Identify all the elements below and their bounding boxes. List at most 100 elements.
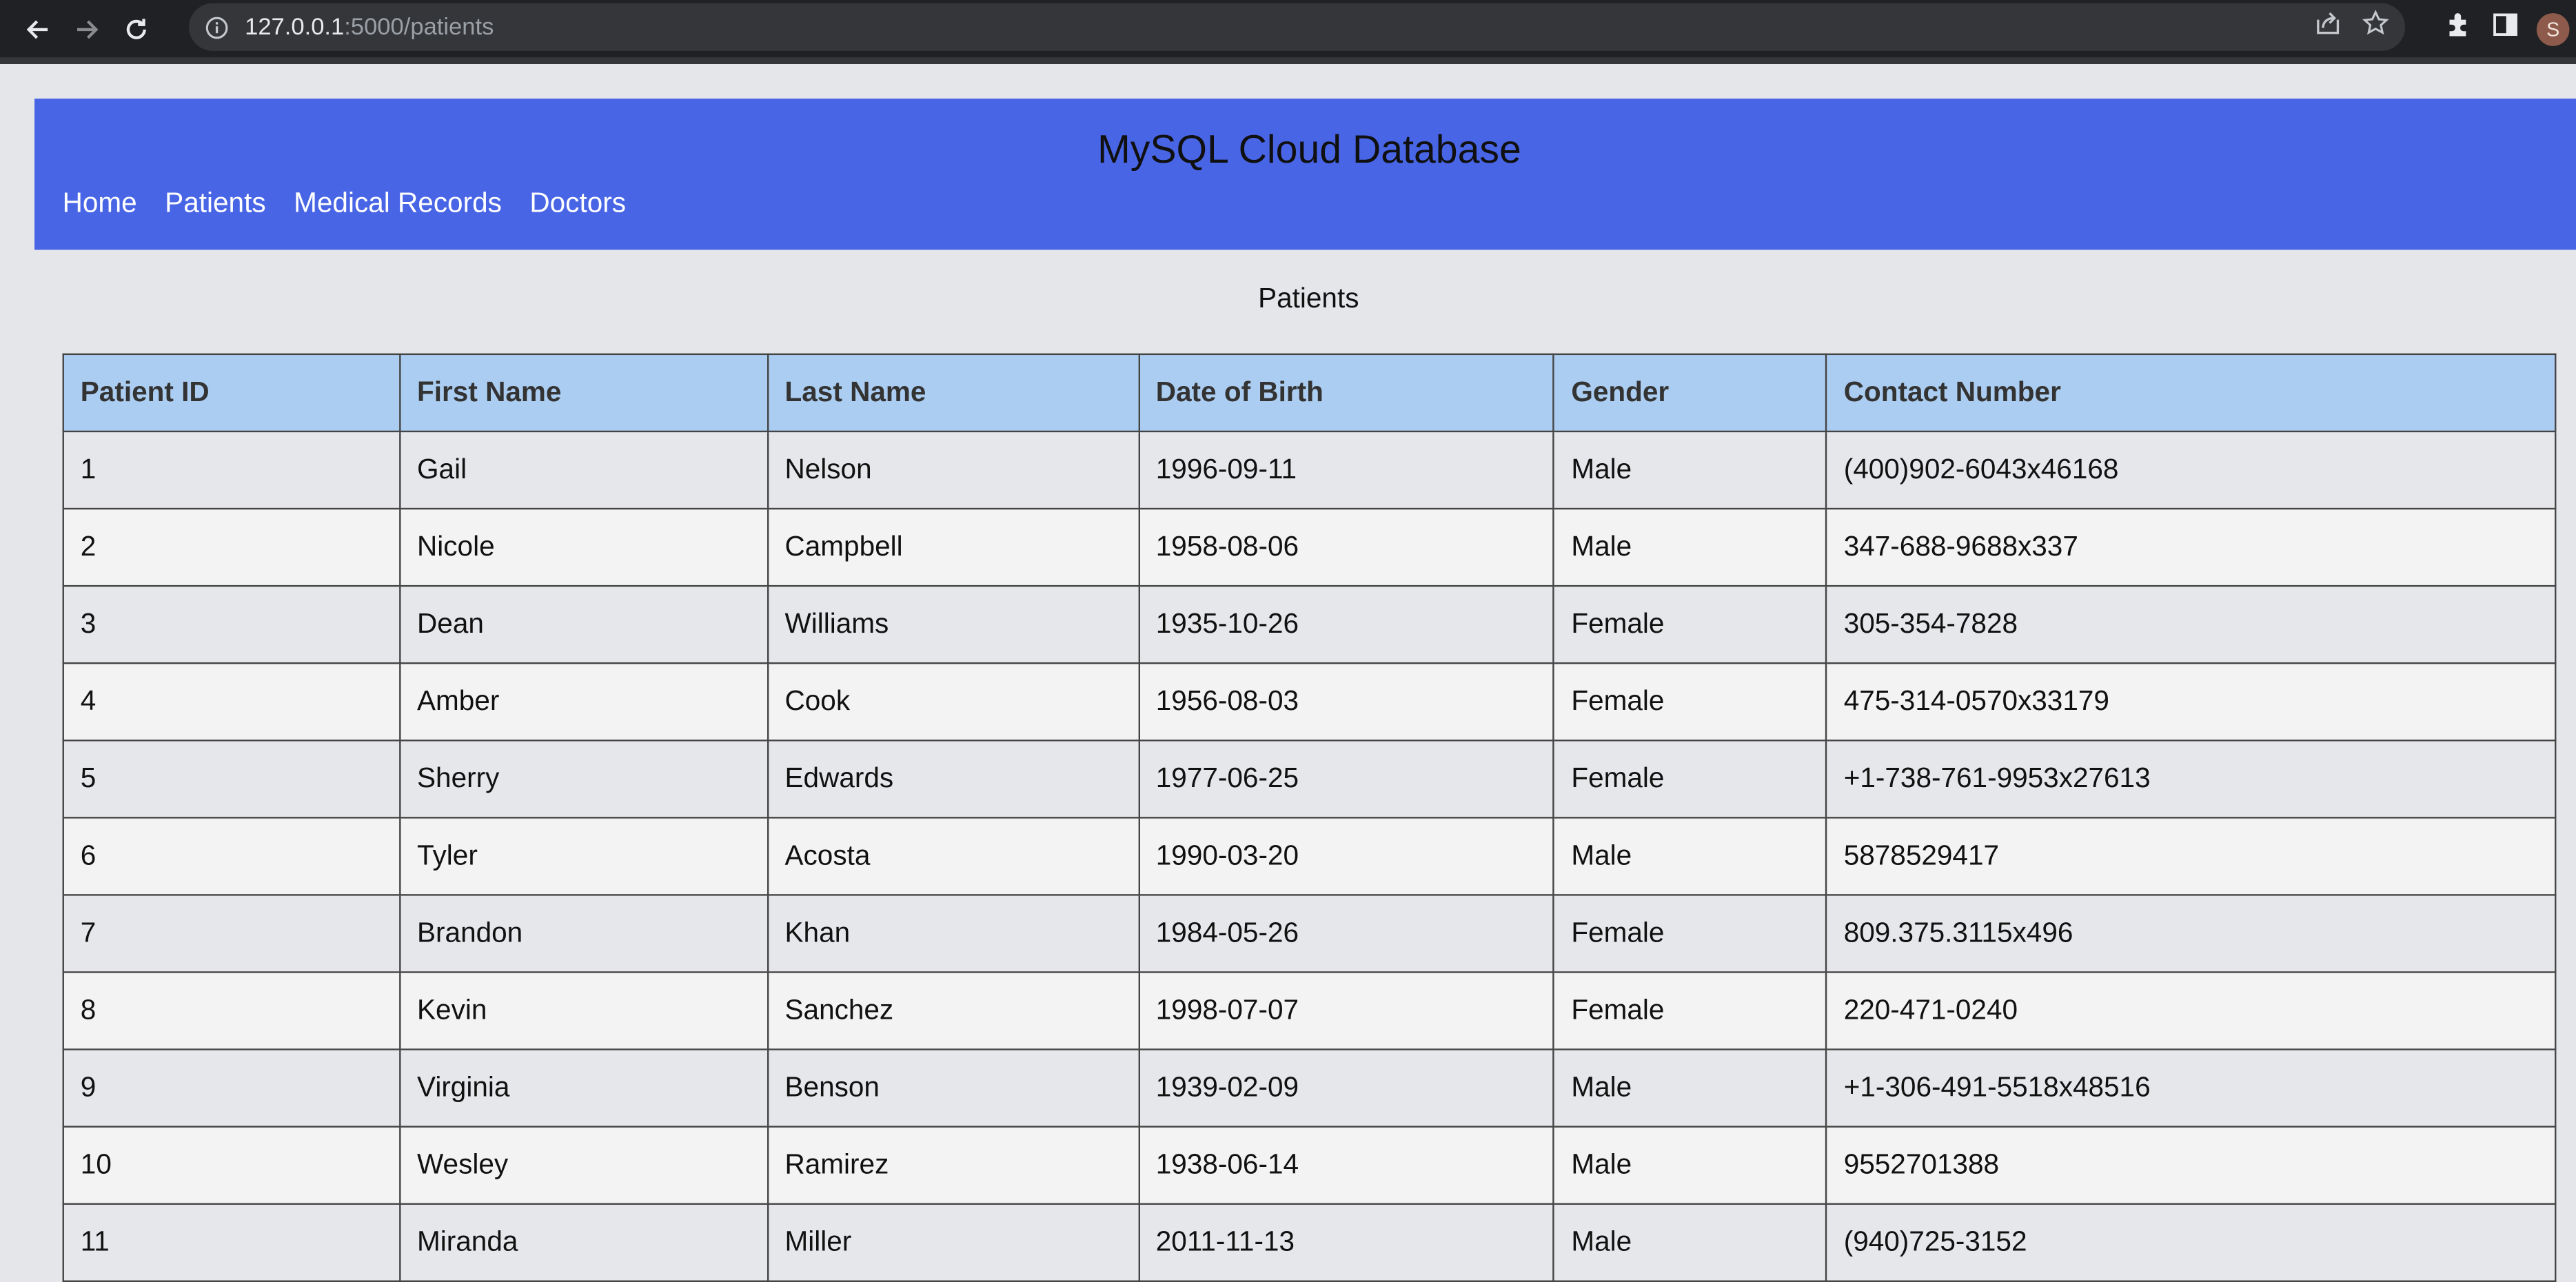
cell-date-of-birth: 1990-03-20 — [1137, 817, 1555, 896]
site-nav: Home Patients Medical Records Doctors — [63, 187, 626, 221]
cell-date-of-birth: 2011-11-13 — [1137, 1203, 1555, 1282]
nav-link-home[interactable]: Home — [63, 187, 137, 221]
site-header: MySQL Cloud Database Home Patients Medic… — [34, 99, 2576, 250]
cell-contact-number: 220-471-0240 — [1825, 971, 2557, 1050]
column-header-patient-id: Patient ID — [62, 353, 401, 433]
cell-date-of-birth: 1938-06-14 — [1137, 1126, 1555, 1205]
forward-button[interactable] — [63, 4, 112, 54]
cell-contact-number: 475-314-0570x33179 — [1825, 662, 2557, 742]
address-bar[interactable]: 127.0.0.1:5000/patients — [189, 3, 2406, 51]
nav-link-patients[interactable]: Patients — [165, 187, 265, 221]
cell-first-name: Dean — [398, 584, 769, 664]
cell-last-name: Sanchez — [767, 971, 1139, 1050]
bookmark-star-icon[interactable] — [2362, 10, 2389, 44]
cell-last-name: Benson — [767, 1048, 1139, 1128]
cell-gender: Male — [1553, 1048, 1827, 1128]
cell-contact-number: 5878529417 — [1825, 817, 2557, 896]
extensions-puzzle-icon[interactable] — [2444, 10, 2474, 48]
cell-date-of-birth: 1998-07-07 — [1137, 971, 1555, 1050]
screen: 127.0.0.1:5000/patients S MySQL Cloud Da… — [0, 0, 2576, 1282]
cell-first-name: Sherry — [398, 740, 769, 819]
back-button[interactable] — [13, 4, 62, 54]
cell-patient-id: 8 — [62, 971, 401, 1050]
table-row: 7 Brandon Khan 1984-05-26 Female 809.375.3115… — [62, 894, 2557, 973]
column-header-contact-number: Contact Number — [1825, 353, 2557, 433]
cell-first-name: Tyler — [398, 817, 769, 896]
cell-contact-number: 347-688-9688x337 — [1825, 507, 2557, 587]
table-row: 3 Dean Williams 1935-10-26 Female 305-354-782… — [62, 584, 2557, 664]
cell-gender: Male — [1553, 430, 1827, 510]
cell-contact-number: +1-306-491-5518x48516 — [1825, 1048, 2557, 1128]
patients-table: Patient ID First Name Last Name Date of Bir… — [62, 353, 2557, 1282]
cell-gender: Male — [1553, 1126, 1827, 1205]
cell-last-name: Edwards — [767, 740, 1139, 819]
cell-first-name: Miranda — [398, 1203, 769, 1282]
nav-link-doctors[interactable]: Doctors — [529, 187, 626, 221]
cell-contact-number: 9552701388 — [1825, 1126, 2557, 1205]
cell-first-name: Brandon — [398, 894, 769, 973]
column-header-last-name: Last Name — [767, 353, 1139, 433]
cell-last-name: Acosta — [767, 817, 1139, 896]
url-text: 127.0.0.1:5000/patients — [245, 14, 494, 40]
cell-gender: Female — [1553, 971, 1827, 1050]
cell-last-name: Nelson — [767, 430, 1139, 510]
side-panel-icon[interactable] — [2491, 10, 2520, 48]
cell-contact-number: +1-738-761-9953x27613 — [1825, 740, 2557, 819]
cell-last-name: Williams — [767, 584, 1139, 664]
cell-last-name: Miller — [767, 1203, 1139, 1282]
cell-last-name: Ramirez — [767, 1126, 1139, 1205]
site-info-icon[interactable] — [205, 16, 228, 39]
table-row: 6 Tyler Acosta 1990-03-20 Male 5878529417 — [62, 817, 2557, 896]
cell-patient-id: 6 — [62, 817, 401, 896]
cell-contact-number: (400)902-6043x46168 — [1825, 430, 2557, 510]
cell-gender: Male — [1553, 817, 1827, 896]
cell-date-of-birth: 1956-08-03 — [1137, 662, 1555, 742]
cell-last-name: Campbell — [767, 507, 1139, 587]
cell-patient-id: 10 — [62, 1126, 401, 1205]
cell-date-of-birth: 1977-06-25 — [1137, 740, 1555, 819]
table-header-row: Patient ID First Name Last Name Date of Bir… — [62, 353, 2557, 433]
reload-button[interactable] — [112, 4, 161, 54]
cell-first-name: Wesley — [398, 1126, 769, 1205]
cell-gender: Female — [1553, 584, 1827, 664]
table-row: 8 Kevin Sanchez 1998-07-07 Female 220-471-024… — [62, 971, 2557, 1050]
cell-first-name: Kevin — [398, 971, 769, 1050]
cell-date-of-birth: 1958-08-06 — [1137, 507, 1555, 587]
profile-avatar[interactable]: S — [2536, 12, 2570, 45]
column-header-gender: Gender — [1553, 353, 1827, 433]
table-row: 2 Nicole Campbell 1958-08-06 Male 347-688-968… — [62, 507, 2557, 587]
toolbar-divider — [0, 57, 2576, 64]
cell-first-name: Amber — [398, 662, 769, 742]
cell-gender: Male — [1553, 1203, 1827, 1282]
column-header-date-of-birth: Date of Birth — [1137, 353, 1555, 433]
cell-patient-id: 9 — [62, 1048, 401, 1128]
cell-date-of-birth: 1996-09-11 — [1137, 430, 1555, 510]
cell-last-name: Khan — [767, 894, 1139, 973]
table-row: 1 Gail Nelson 1996-09-11 Male (400)902-6043x4… — [62, 430, 2557, 510]
arrow-left-icon — [26, 19, 48, 39]
cell-last-name: Cook — [767, 662, 1139, 742]
cell-gender: Male — [1553, 507, 1827, 587]
cell-date-of-birth: 1935-10-26 — [1137, 584, 1555, 664]
cell-patient-id: 5 — [62, 740, 401, 819]
cell-contact-number: (940)725-3152 — [1825, 1203, 2557, 1282]
reload-icon — [126, 18, 146, 39]
cell-contact-number: 809.375.3115x496 — [1825, 894, 2557, 973]
column-header-first-name: First Name — [398, 353, 769, 433]
page-title: Patients — [1258, 283, 1359, 314]
cell-patient-id: 1 — [62, 430, 401, 510]
cell-first-name: Virginia — [398, 1048, 769, 1128]
site-title: MySQL Cloud Database — [1097, 128, 1521, 173]
cell-contact-number: 305-354-7828 — [1825, 584, 2557, 664]
table-row: 9 Virginia Benson 1939-02-09 Male +1-306-491-… — [62, 1048, 2557, 1128]
share-icon[interactable] — [2313, 10, 2343, 44]
arrow-right-icon — [77, 19, 99, 39]
cell-first-name: Gail — [398, 430, 769, 510]
cell-patient-id: 11 — [62, 1203, 401, 1282]
cell-patient-id: 7 — [62, 894, 401, 973]
nav-link-medical-records[interactable]: Medical Records — [294, 187, 502, 221]
cell-gender: Female — [1553, 740, 1827, 819]
cell-date-of-birth: 1984-05-26 — [1137, 894, 1555, 973]
cell-date-of-birth: 1939-02-09 — [1137, 1048, 1555, 1128]
table-row: 11 Miranda Miller 2011-11-13 Male (940)725-31… — [62, 1203, 2557, 1282]
